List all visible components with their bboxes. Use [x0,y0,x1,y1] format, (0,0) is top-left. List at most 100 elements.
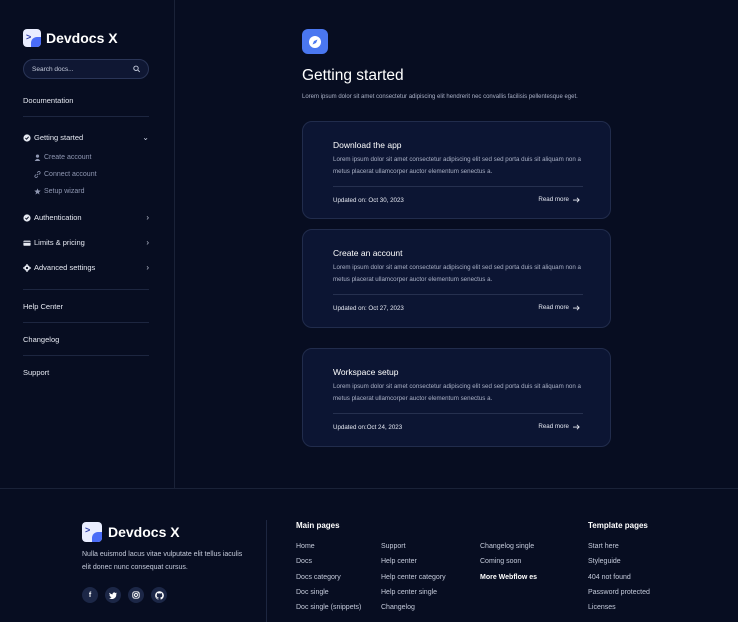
chevron-right-icon[interactable]: › [146,263,149,272]
read-more-link[interactable]: Read more [538,196,580,203]
sidebar-subitem-setup-wizard[interactable]: Setup wizard [34,188,84,195]
footer-link[interactable]: Docs category [296,574,361,582]
footer-link-more-webflow[interactable]: More Webflow es [480,574,537,582]
card-updated: Updated on: Oct 27, 2023 [333,305,404,312]
footer-template-pages-col: Start here Styleguide 404 not found Pass… [588,543,650,612]
search-input[interactable] [32,65,133,73]
arrow-right-icon [573,424,580,429]
footer-link[interactable]: Start here [588,543,650,551]
divider [23,289,149,290]
search-icon[interactable] [132,65,140,73]
footer-link[interactable]: Docs [296,558,361,566]
sidebar-item-label: Limits & pricing [34,238,85,247]
card-divider [333,186,583,187]
footer-link[interactable]: Doc single [296,589,361,597]
footer-link[interactable]: Help center single [381,589,446,597]
template-pages-heading: Template pages [588,521,648,530]
sidebar-item-limits-pricing[interactable]: Limits & pricing › [23,238,149,247]
read-more-link[interactable]: Read more [538,304,580,311]
sidebar-subitem-label: Setup wizard [44,188,85,195]
footer-link[interactable]: 404 not found [588,574,650,582]
chevron-down-icon[interactable]: ⌄ [142,133,149,142]
footer-main-pages-col-2: Support Help center Help center category… [381,543,446,612]
documentation-link[interactable]: Documentation [23,96,73,105]
card-title[interactable]: Create an account [333,248,402,258]
footer-link[interactable]: Changelog [381,604,446,612]
card-title[interactable]: Workspace setup [333,367,399,377]
sidebar-link-changelog[interactable]: Changelog [23,335,59,344]
github-icon[interactable] [151,587,167,603]
footer-link[interactable]: Doc single (snippets) [296,604,361,612]
footer-link[interactable]: Help center category [381,574,446,582]
card-text: Lorem ipsum dolor sit amet consectetur a… [333,383,581,402]
footer-brand-name: Devdocs X [108,524,180,540]
compass-icon [302,29,328,54]
divider [23,355,149,356]
chevron-right-icon[interactable]: › [146,238,149,247]
article-card[interactable]: Create an account Lorem ipsum dolor sit … [302,229,611,328]
card-icon [23,239,31,247]
gear-icon [23,263,31,272]
card-updated: Updated on:Oct 24, 2023 [333,424,403,431]
twitter-icon[interactable] [105,587,121,603]
link-icon [34,171,41,178]
footer-link[interactable]: Licenses [588,604,650,612]
card-text: Lorem ipsum dolor sit amet consectetur a… [333,264,581,283]
footer-vertical-divider [266,520,267,622]
sidebar-item-getting-started[interactable]: Getting started ⌄ [23,133,149,142]
footer-brand[interactable]: > Devdocs X [82,522,180,542]
read-more-link[interactable]: Read more [538,423,580,430]
sidebar-subitem-label: Connect account [44,171,97,178]
card-updated: Updated on: Oct 30, 2023 [333,197,404,204]
footer-divider [0,488,738,489]
sidebar-link-help-center[interactable]: Help Center [23,302,63,311]
footer-link[interactable]: Help center [381,558,446,566]
sidebar-item-label: Getting started [34,133,84,142]
card-divider [333,413,583,414]
social-links: f [82,587,167,603]
divider [23,322,149,323]
page-title: Getting started [302,67,404,84]
instagram-icon[interactable] [128,587,144,603]
user-icon [34,154,41,161]
brand[interactable]: > Devdocs X [23,29,118,47]
card-divider [333,294,583,295]
arrow-right-icon [573,305,580,310]
article-card[interactable]: Workspace setup Lorem ipsum dolor sit am… [302,348,611,447]
footer-link[interactable]: Changelog single [480,543,537,551]
read-more-label: Read more [538,196,569,203]
brand-name: Devdocs X [46,30,118,46]
star-icon [34,188,41,195]
footer-main-pages-col-3: Changelog single Coming soon More Webflo… [480,543,537,582]
search-box[interactable] [23,59,149,79]
footer-link[interactable]: Home [296,543,361,551]
read-more-label: Read more [538,304,569,311]
logo-icon: > [23,29,41,47]
facebook-icon[interactable]: f [82,587,98,603]
check-badge-icon [23,213,31,222]
sidebar-item-advanced-settings[interactable]: Advanced settings › [23,263,149,272]
divider [23,116,149,117]
sidebar-subitem-connect-account[interactable]: Connect account [34,171,97,178]
chevron-right-icon[interactable]: › [146,213,149,222]
sidebar-item-label: Advanced settings [34,263,96,272]
footer-link[interactable]: Support [381,543,446,551]
sidebar-subitem-create-account[interactable]: Create account [34,154,91,161]
card-title[interactable]: Download the app [333,140,402,150]
footer-link[interactable]: Password protected [588,589,650,597]
check-circle-icon [23,133,31,142]
footer-main-pages-col-1: Home Docs Docs category Doc single Doc s… [296,543,361,612]
footer-link[interactable]: Styleguide [588,558,650,566]
logo-icon: > [82,522,102,542]
read-more-label: Read more [538,423,569,430]
sidebar-subitem-label: Create account [44,154,92,161]
main-pages-heading: Main pages [296,521,340,530]
sidebar-item-label: Authentication [34,213,82,222]
sidebar-item-authentication[interactable]: Authentication › [23,213,149,222]
article-card[interactable]: Download the app Lorem ipsum dolor sit a… [302,121,611,219]
footer-link[interactable]: Coming soon [480,558,537,566]
page-subtitle: Lorem ipsum dolor sit amet consectetur a… [302,94,578,100]
arrow-right-icon [573,197,580,202]
card-text: Lorem ipsum dolor sit amet consectetur a… [333,156,581,175]
sidebar-link-support[interactable]: Support [23,368,49,377]
